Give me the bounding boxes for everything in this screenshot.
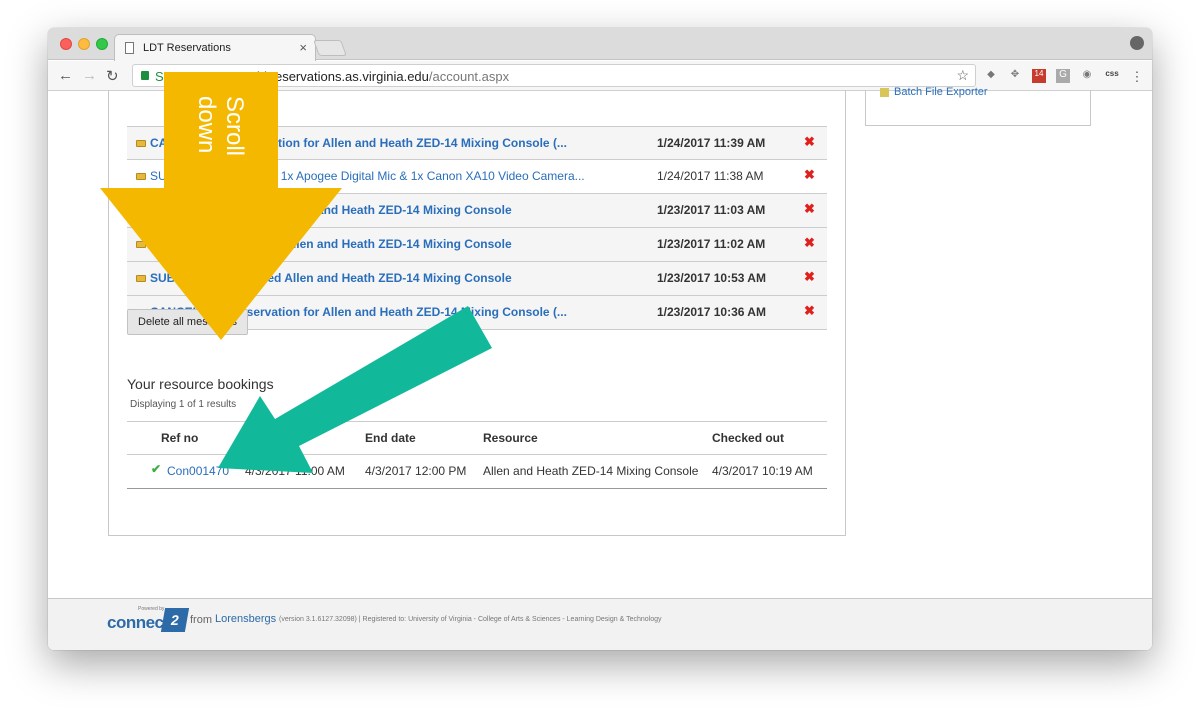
footer-details: (version 3.1.6127.32098) | Registered to… [279, 616, 662, 623]
maximize-window-button[interactable] [96, 38, 108, 50]
sidebar-panel: Batch File Exporter [865, 86, 1091, 126]
delete-message-icon[interactable]: ✖ [804, 167, 815, 183]
header-end-date[interactable]: End date [365, 431, 416, 445]
bookings-count: Displaying 1 of 1 results [130, 399, 237, 410]
message-subject-link[interactable]: SUBMITTED: Reserved Allen and Heath ZED-… [150, 237, 512, 251]
minimize-window-button[interactable] [78, 38, 90, 50]
reload-icon[interactable]: ↻ [106, 67, 119, 85]
calendar-icon[interactable]: 14 [1032, 69, 1046, 83]
tab-ldt-reservations[interactable]: LDT Reservations × [114, 34, 316, 61]
envelope-icon [136, 275, 146, 282]
checkmark-icon: ✔ [151, 462, 162, 476]
booking-end-date: 4/3/2017 12:00 PM [365, 464, 467, 478]
table-row: ✔ Con001470 4/3/2017 11:00 AM 4/3/2017 1… [127, 455, 827, 489]
delete-message-icon[interactable]: ✖ [804, 303, 815, 319]
delete-message-icon[interactable]: ✖ [804, 269, 815, 285]
forward-icon[interactable]: → [82, 67, 97, 84]
message-date: 1/24/2017 11:39 AM [657, 136, 766, 150]
url-text[interactable]: Se ldtreservations.as.virginia.edu/accoun… [155, 69, 509, 84]
file-icon [880, 88, 889, 97]
connect2-logo: connect [107, 613, 169, 632]
bookings-table-header: Ref no Start date End date Resource Chec… [127, 421, 827, 455]
page-content: Batch File Exporter CANCELLED: Reservati… [48, 86, 1152, 650]
footer-from: from [190, 614, 212, 626]
delete-all-messages-button[interactable]: Delete all messages [127, 309, 249, 335]
extension-icon[interactable]: ✥ [1008, 69, 1022, 83]
message-date: 1/23/2017 10:53 AM [657, 271, 766, 285]
url-host: ldtreservations.as.virginia.edu [256, 69, 429, 84]
booking-checked-out: 4/3/2017 10:19 AM [712, 464, 813, 478]
header-checked-out[interactable]: Checked out [712, 431, 784, 445]
connect2-badge: 2 [160, 608, 190, 632]
message-subject-link[interactable]: SUBMITTED: Reserved Allen and Heath ZED-… [150, 203, 512, 217]
back-icon[interactable]: ← [58, 67, 73, 84]
delete-message-icon[interactable]: ✖ [804, 235, 815, 251]
envelope-icon [136, 140, 146, 147]
delete-message-icon[interactable]: ✖ [804, 134, 815, 150]
message-subject-link[interactable]: SUBMITTED: Reserved Allen and Heath ZED-… [150, 271, 512, 285]
menu-icon[interactable]: ⋮ [1130, 69, 1144, 84]
batch-file-exporter-link[interactable]: Batch File Exporter [894, 86, 988, 98]
camera-icon[interactable]: ◉ [1080, 69, 1094, 83]
envelope-icon [136, 173, 146, 180]
powered-by-label: Powered by [138, 606, 165, 612]
profile-icon[interactable] [1130, 36, 1144, 50]
header-start-date[interactable]: Start date [245, 431, 300, 445]
booking-start-date: 4/3/2017 11:00 AM [245, 464, 345, 478]
tab-close-icon[interactable]: × [299, 40, 307, 55]
booking-ref-link[interactable]: Con001470 [167, 464, 229, 478]
message-date: 1/23/2017 11:02 AM [657, 237, 766, 251]
tab-strip: LDT Reservations × [48, 28, 1152, 61]
tab-title: LDT Reservations [143, 42, 231, 54]
envelope-icon [136, 241, 146, 248]
message-row: SUBMITTED: Reserved Allen and Heath ZED-… [127, 228, 827, 262]
document-icon [125, 42, 134, 54]
new-tab-button[interactable] [313, 40, 347, 56]
booking-resource: Allen and Heath ZED-14 Mixing Console [483, 464, 699, 478]
bookmark-star-icon[interactable]: ☆ [956, 67, 969, 84]
g-extension-icon[interactable]: G [1056, 69, 1070, 83]
close-window-button[interactable] [60, 38, 72, 50]
message-date: 1/23/2017 11:03 AM [657, 203, 766, 217]
delete-message-icon[interactable]: ✖ [804, 201, 815, 217]
lorensbergs-link[interactable]: Lorensbergs [215, 613, 276, 625]
message-row: SUBMITTED: Reserved Allen and Heath ZED-… [127, 262, 827, 296]
header-resource[interactable]: Resource [483, 431, 538, 445]
lock-icon [141, 71, 149, 80]
scroll-down-text: Scroll down [193, 96, 248, 157]
envelope-icon [136, 207, 146, 214]
message-row: SUBMITTED: Reserved Allen and Heath ZED-… [127, 194, 827, 228]
url-path: /account.aspx [428, 69, 510, 84]
page-footer: Powered by connect 2 from Lorensbergs (v… [48, 598, 1152, 650]
header-ref-no[interactable]: Ref no [161, 431, 198, 445]
bookings-title: Your resource bookings [127, 376, 274, 392]
message-date: 1/23/2017 10:36 AM [657, 305, 766, 319]
css-extension-icon[interactable]: css [1104, 69, 1120, 83]
scroll-down-label: Scroll down [192, 96, 248, 172]
url-secure-label: Se [155, 69, 171, 84]
dropbox-icon[interactable]: ◆ [984, 69, 998, 83]
message-date: 1/24/2017 11:38 AM [657, 169, 764, 183]
address-bar[interactable]: Se ldtreservations.as.virginia.edu/accoun… [132, 64, 976, 87]
